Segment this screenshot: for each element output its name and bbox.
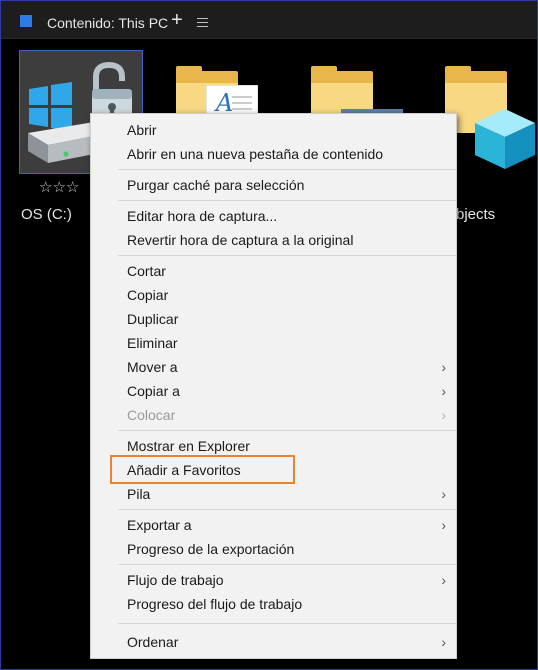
menu-item-pila[interactable]: Pila › bbox=[91, 482, 456, 506]
menu-separator bbox=[118, 200, 456, 201]
menu-item-progreso-flujo[interactable]: Progreso del flujo de trabajo bbox=[91, 592, 456, 616]
chevron-right-icon: › bbox=[441, 383, 446, 399]
menu-item-copiar[interactable]: Copiar bbox=[91, 283, 456, 307]
menu-separator bbox=[118, 623, 456, 624]
chevron-right-icon: › bbox=[441, 517, 446, 533]
panel-title: Contenido: This PC bbox=[47, 15, 169, 31]
menu-item-mover-a[interactable]: Mover a › bbox=[91, 355, 456, 379]
content-panel: Contenido: This PC + ☆☆☆ OS (C:) A bject… bbox=[0, 0, 538, 670]
menu-item-abrir[interactable]: Abrir bbox=[91, 118, 456, 142]
menu-separator bbox=[118, 430, 456, 431]
menu-separator bbox=[118, 169, 456, 170]
menu-item-exportar-a[interactable]: Exportar a › bbox=[91, 513, 456, 537]
chevron-right-icon: › bbox=[441, 486, 446, 502]
chevron-right-icon: › bbox=[441, 359, 446, 375]
menu-item-colocar: Colocar › bbox=[91, 403, 456, 427]
menu-item-progreso-exportacion[interactable]: Progreso de la exportación bbox=[91, 537, 456, 561]
highlight-box bbox=[110, 455, 295, 484]
panel-header: Contenido: This PC + bbox=[1, 1, 537, 39]
chevron-right-icon: › bbox=[441, 572, 446, 588]
menu-item-flujo-trabajo[interactable]: Flujo de trabajo › bbox=[91, 568, 456, 592]
add-tab-button[interactable]: + bbox=[171, 10, 183, 30]
tile-label-3d-objects: bjects bbox=[456, 206, 496, 223]
menu-item-revertir-hora[interactable]: Revertir hora de captura a la original bbox=[91, 228, 456, 252]
menu-separator bbox=[118, 564, 456, 565]
menu-item-copiar-a[interactable]: Copiar a › bbox=[91, 379, 456, 403]
3d-cube-icon bbox=[475, 109, 535, 169]
context-menu: Abrir Abrir en una nueva pestaña de cont… bbox=[90, 113, 457, 659]
rating-stars[interactable]: ☆☆☆ bbox=[39, 178, 79, 196]
chevron-right-icon: › bbox=[441, 407, 446, 423]
menu-item-cortar[interactable]: Cortar bbox=[91, 259, 456, 283]
chevron-right-icon: › bbox=[441, 634, 446, 650]
tile-label-os: OS (C:) bbox=[21, 206, 72, 223]
menu-item-editar-hora[interactable]: Editar hora de captura... bbox=[91, 204, 456, 228]
hamburger-menu-icon[interactable] bbox=[197, 18, 208, 27]
menu-item-purgar-cache[interactable]: Purgar caché para selección bbox=[91, 173, 456, 197]
menu-item-eliminar[interactable]: Eliminar bbox=[91, 331, 456, 355]
menu-item-ordenar[interactable]: Ordenar › bbox=[91, 630, 456, 654]
panel-icon bbox=[20, 15, 32, 27]
menu-item-abrir-nueva-pestana[interactable]: Abrir en una nueva pestaña de contenido bbox=[91, 142, 456, 166]
menu-item-duplicar[interactable]: Duplicar bbox=[91, 307, 456, 331]
menu-separator bbox=[118, 509, 456, 510]
menu-separator bbox=[118, 255, 456, 256]
